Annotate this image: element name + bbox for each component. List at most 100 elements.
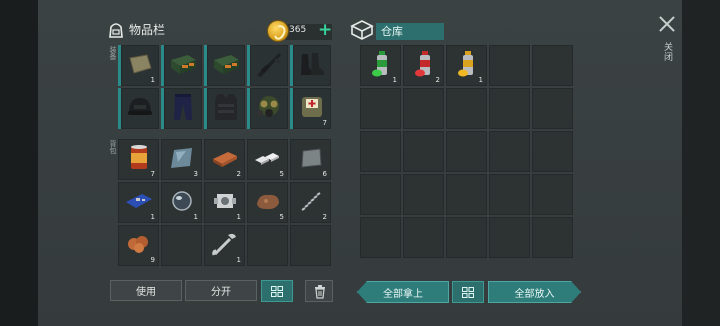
backpack-slot[interactable]: [290, 225, 331, 266]
backpack-slot[interactable]: [247, 225, 288, 266]
storage-slot[interactable]: [403, 88, 444, 129]
backpack-slot[interactable]: 1: [204, 225, 245, 266]
storage-slot[interactable]: [532, 174, 573, 215]
item-count: 5: [279, 170, 284, 178]
use-button[interactable]: 使用: [110, 280, 182, 301]
backpack-slot[interactable]: 3: [161, 139, 202, 180]
green-case-icon: [168, 51, 198, 81]
green-case-icon: [211, 51, 241, 81]
storage-slot[interactable]: [532, 45, 573, 86]
storage-slot[interactable]: 1: [360, 45, 401, 86]
discard-button[interactable]: [305, 280, 333, 302]
engine-part-icon: [211, 188, 239, 218]
equipment-section-label: 装备: [109, 46, 117, 60]
ore-icon: [254, 190, 282, 216]
item-count: 1: [478, 76, 483, 84]
lens-icon: [170, 189, 194, 217]
storage-slot[interactable]: [446, 174, 487, 215]
storage-slot[interactable]: [489, 45, 530, 86]
item-count: 1: [236, 256, 241, 264]
trash-icon: [315, 285, 325, 299]
backpack-slot[interactable]: 1: [204, 182, 245, 223]
coin-count: 365: [289, 25, 307, 35]
right-edge: [682, 0, 720, 326]
backpack-slot[interactable]: 1: [118, 182, 159, 223]
item-count: 9: [150, 256, 155, 264]
backpack-grid: 7 3 2 5 6 1 1 1 5 2 9 1: [118, 139, 331, 266]
item-count: 1: [150, 213, 155, 221]
backpack-slot[interactable]: 1: [161, 182, 202, 223]
storage-slot[interactable]: [403, 131, 444, 172]
backpack-slot[interactable]: 5: [247, 182, 288, 223]
storage-slot[interactable]: [403, 174, 444, 215]
backpack-slot[interactable]: 7: [118, 139, 159, 180]
equipment-slot[interactable]: [204, 88, 245, 129]
storage-slot[interactable]: [532, 88, 573, 129]
backpack-slot[interactable]: [161, 225, 202, 266]
close-icon[interactable]: [657, 14, 677, 34]
storage-slot[interactable]: [489, 174, 530, 215]
item-count: 2: [435, 76, 440, 84]
backpack-slot[interactable]: 2: [204, 139, 245, 180]
storage-slot[interactable]: [489, 88, 530, 129]
storage-slot[interactable]: [532, 217, 573, 258]
game-inventory-screen: 物品栏 365 + 仓库 关闭 装备 背包 17 732561115291 12…: [0, 0, 720, 326]
item-count: 5: [279, 213, 284, 221]
gas-mask-icon: [254, 94, 284, 124]
equipment-slot[interactable]: [118, 88, 159, 129]
storage-slot[interactable]: [446, 88, 487, 129]
backpack-slot[interactable]: 9: [118, 225, 159, 266]
metal-plate-icon: [298, 146, 324, 174]
storage-slot[interactable]: [360, 131, 401, 172]
boots-icon: [297, 50, 327, 82]
storage-slot[interactable]: [446, 217, 487, 258]
yellow-spray-can-icon: [457, 49, 477, 83]
sort-grid-button[interactable]: [261, 280, 293, 302]
storage-slot[interactable]: 1: [446, 45, 487, 86]
split-button[interactable]: 分开: [185, 280, 257, 301]
storage-box-icon: [350, 20, 374, 40]
sandbag-icon: [127, 52, 153, 80]
add-coins-button[interactable]: +: [318, 21, 332, 39]
storage-slot[interactable]: [360, 88, 401, 129]
storage-slot[interactable]: [403, 217, 444, 258]
storage-slot[interactable]: [446, 131, 487, 172]
storage-slot[interactable]: [360, 174, 401, 215]
wrench-icon: [210, 229, 240, 263]
equipment-slot[interactable]: [290, 45, 331, 86]
item-count: 2: [236, 170, 241, 178]
storage-grid: 1 2 1: [360, 45, 573, 270]
storage-slot[interactable]: [489, 217, 530, 258]
item-count: 2: [322, 213, 327, 221]
storage-slot[interactable]: [489, 131, 530, 172]
backpack-slot[interactable]: 5: [247, 139, 288, 180]
backpack-slot[interactable]: 6: [290, 139, 331, 180]
item-count: 7: [150, 170, 155, 178]
equipment-slot[interactable]: [204, 45, 245, 86]
storage-slot[interactable]: 2: [403, 45, 444, 86]
left-edge: [0, 0, 38, 326]
equipment-slot[interactable]: [247, 45, 288, 86]
backpack-slot[interactable]: 2: [290, 182, 331, 223]
item-count: 3: [193, 170, 198, 178]
storage-slot[interactable]: [360, 217, 401, 258]
storage-slot[interactable]: [532, 131, 573, 172]
close-label[interactable]: 关闭: [661, 42, 674, 62]
equipment-slot[interactable]: 1: [118, 45, 159, 86]
take-all-button[interactable]: 全部拿上: [357, 281, 449, 303]
equipment-slot[interactable]: 7: [290, 88, 331, 129]
spring-icon: [296, 186, 326, 220]
inventory-title: 物品栏: [129, 22, 166, 37]
equipment-slot[interactable]: [161, 88, 202, 129]
helmet-icon: [125, 94, 155, 124]
green-spray-can-icon: [371, 49, 391, 83]
equipment-slot[interactable]: [161, 45, 202, 86]
put-all-button[interactable]: 全部放入: [488, 281, 581, 303]
inventory-header: 物品栏: [129, 16, 165, 42]
copper-bar-icon: [210, 148, 240, 172]
copper-ore-icon: [125, 232, 153, 260]
item-count: 1: [150, 76, 155, 84]
equipment-slot[interactable]: [247, 88, 288, 129]
storage-sort-grid-button[interactable]: [452, 281, 484, 303]
grid-icon: [271, 286, 283, 297]
